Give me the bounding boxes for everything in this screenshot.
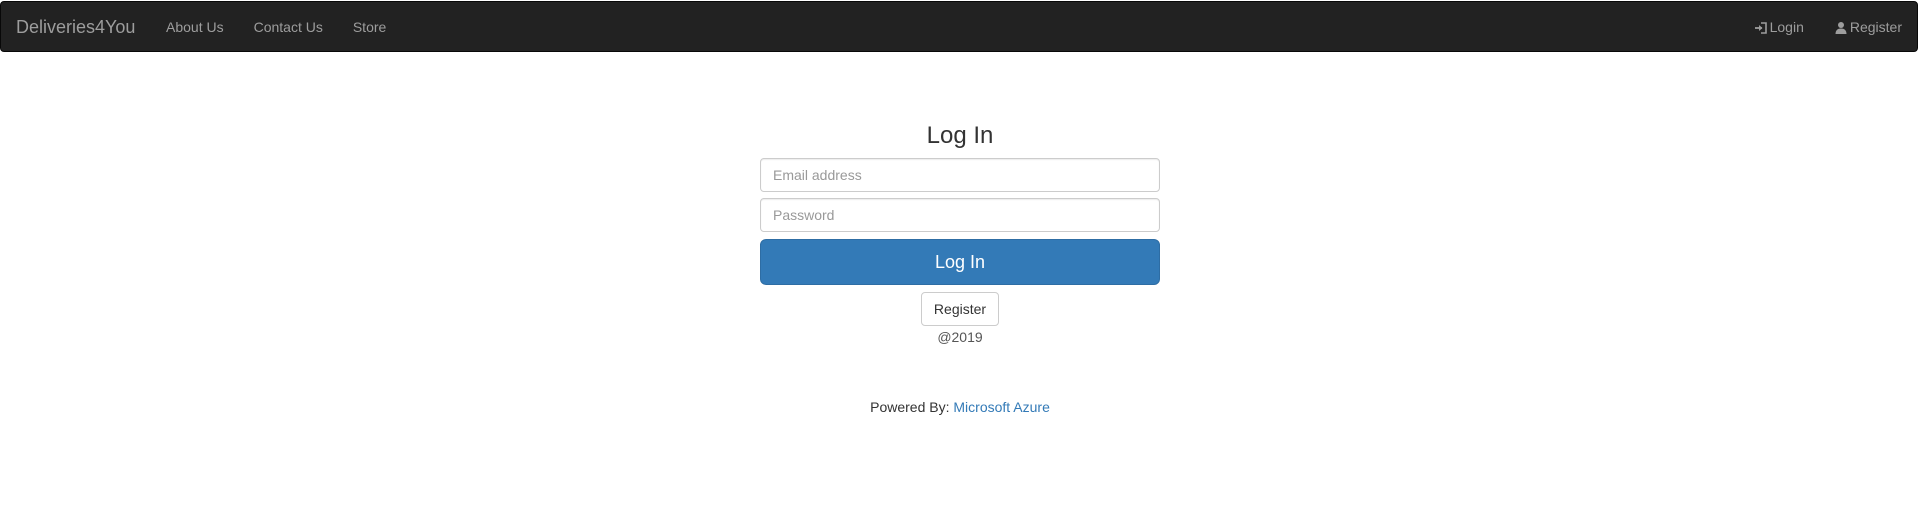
top-navbar: Deliveries4You About Us Contact Us Store…: [0, 1, 1918, 52]
login-submit-button[interactable]: Log In: [760, 239, 1160, 285]
nav-store[interactable]: Store: [338, 2, 401, 53]
microsoft-azure-link[interactable]: Microsoft Azure: [953, 399, 1049, 415]
brand-link[interactable]: Deliveries4You: [16, 2, 135, 53]
nav-register[interactable]: Register: [1819, 2, 1917, 53]
email-input[interactable]: [760, 158, 1160, 192]
register-button[interactable]: Register: [920, 292, 1000, 326]
register-row: Register: [760, 292, 1160, 326]
nav-right-links: Login Register: [1739, 2, 1917, 53]
login-title: Log In: [926, 122, 994, 149]
copyright-text: @2019: [937, 329, 983, 345]
nav-login[interactable]: Login: [1739, 2, 1819, 53]
nav-register-label: Register: [1849, 19, 1902, 35]
user-icon: [1834, 21, 1848, 35]
footer: Powered By: Microsoft Azure: [0, 399, 1920, 415]
nav-about-us[interactable]: About Us: [151, 2, 239, 53]
password-input[interactable]: [760, 198, 1160, 232]
powered-by-label: Powered By:: [870, 399, 950, 415]
nav-links: About Us Contact Us Store: [151, 2, 401, 53]
login-form: Log In Log In Register @2019: [760, 118, 1160, 345]
nav-login-label: Login: [1769, 19, 1804, 35]
log-in-icon: [1754, 21, 1768, 35]
nav-contact-us[interactable]: Contact Us: [239, 2, 338, 53]
